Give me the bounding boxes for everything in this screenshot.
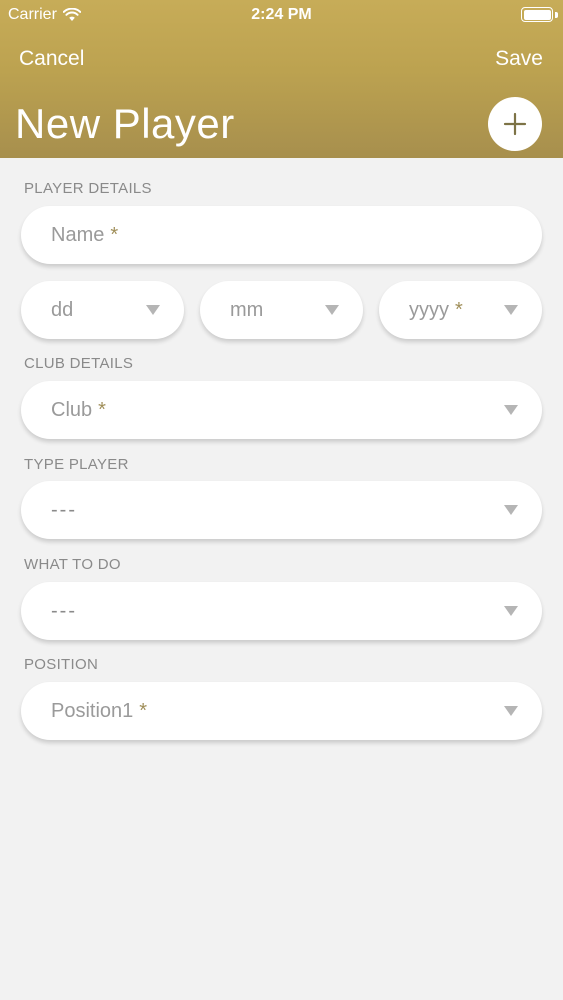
dob-month-placeholder: mm (230, 298, 264, 321)
what-to-do-value: --- (51, 599, 77, 622)
required-mark: * (110, 223, 119, 246)
required-mark: * (139, 699, 148, 722)
what-to-do-select[interactable]: --- (21, 582, 542, 640)
chevron-down-icon (325, 305, 339, 315)
cancel-button[interactable]: Cancel (19, 47, 84, 71)
navigation-header: Carrier 2:24 PM Cancel Save New Player (0, 0, 563, 158)
type-player-select[interactable]: --- (21, 481, 542, 539)
dob-month-select[interactable]: mm (200, 281, 363, 339)
type-player-value: --- (51, 498, 77, 521)
name-placeholder: Name (51, 223, 105, 246)
position-placeholder: Position1 (51, 699, 134, 722)
name-field[interactable]: Name * (21, 206, 542, 264)
add-player-button[interactable] (488, 97, 542, 151)
dob-year-select[interactable]: yyyy * (379, 281, 542, 339)
club-select[interactable]: Club * (21, 381, 542, 439)
section-label-player-details: PLAYER DETAILS (24, 180, 152, 197)
chevron-down-icon (146, 305, 160, 315)
section-label-position: POSITION (24, 656, 99, 673)
status-time: 2:24 PM (251, 6, 312, 23)
plus-icon (503, 112, 527, 136)
required-mark: * (455, 298, 463, 321)
battery-icon (521, 7, 553, 22)
dob-day-select[interactable]: dd (21, 281, 184, 339)
chevron-down-icon (504, 706, 518, 716)
chevron-down-icon (504, 305, 518, 315)
section-label-type-player: TYPE PLAYER (24, 456, 129, 473)
position-select[interactable]: Position1 * (21, 682, 542, 740)
dob-year-placeholder: yyyy (409, 298, 449, 321)
chevron-down-icon (504, 505, 518, 515)
required-mark: * (98, 398, 106, 421)
page-title: New Player (15, 100, 235, 147)
dob-day-placeholder: dd (51, 298, 74, 321)
save-button[interactable]: Save (495, 47, 543, 71)
chevron-down-icon (504, 606, 518, 616)
section-label-club-details: CLUB DETAILS (24, 355, 134, 372)
status-bar: Carrier 2:24 PM (0, 0, 563, 30)
club-placeholder: Club (51, 398, 93, 421)
chevron-down-icon (504, 405, 518, 415)
section-label-what-to-do: WHAT TO DO (24, 556, 121, 573)
